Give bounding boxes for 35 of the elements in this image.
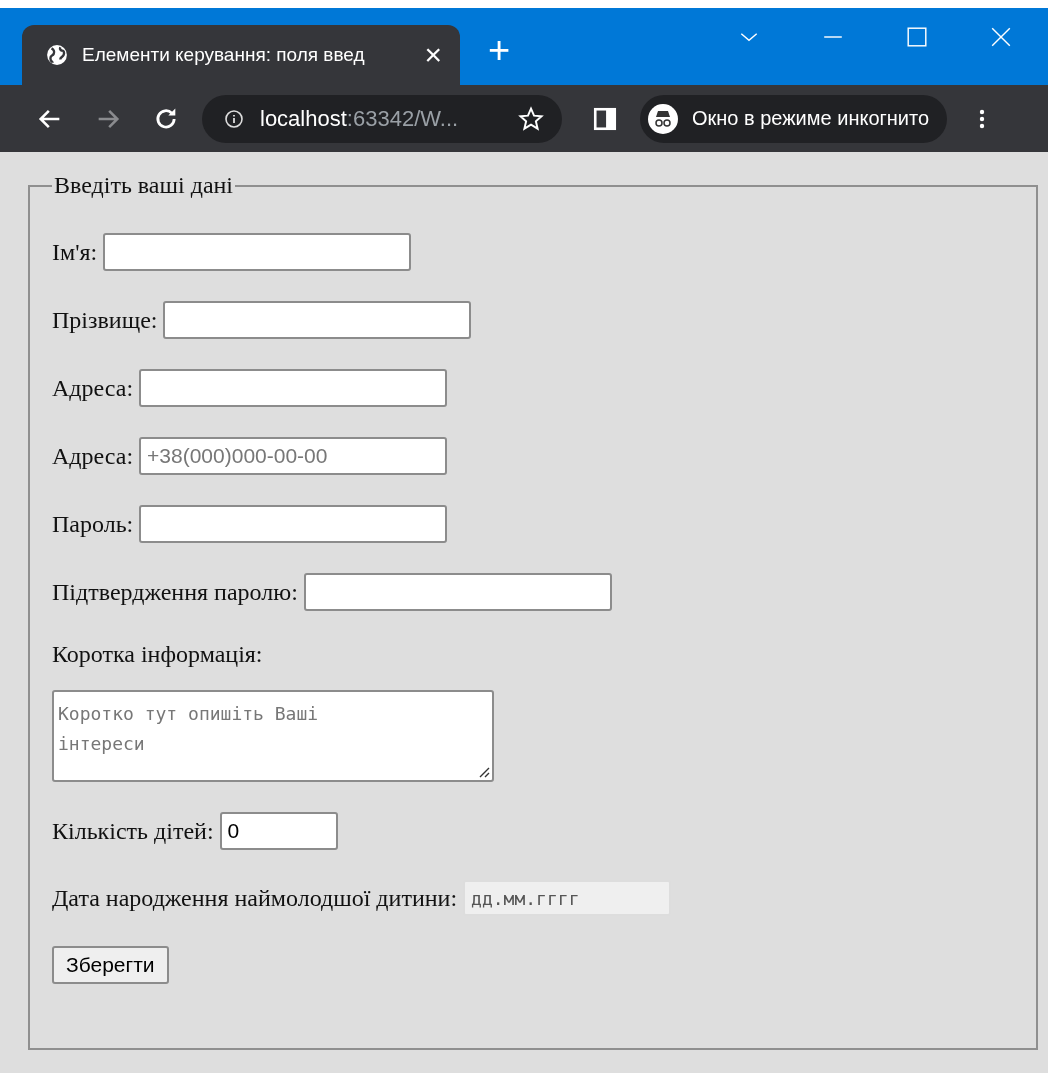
maximize-icon[interactable] xyxy=(906,26,928,48)
incognito-indicator[interactable]: Окно в режиме инкогнито xyxy=(640,94,948,143)
date-field[interactable]: дд.мм.гггг xyxy=(463,880,672,916)
star-icon[interactable] xyxy=(518,105,544,132)
url-text: localhost:63342/W... xyxy=(260,105,460,132)
close-tab-icon[interactable]: × xyxy=(424,40,442,70)
field-label: Коротка інформація: xyxy=(52,641,263,668)
resize-grip-icon[interactable] xyxy=(478,766,490,778)
new-tab-button[interactable]: + xyxy=(488,30,511,69)
globe-icon xyxy=(46,44,68,66)
number-field[interactable]: 0 xyxy=(219,812,338,850)
tab-title: Елементи керування: поля введ xyxy=(82,44,366,66)
text-area[interactable]: Коротко тут опишіть Ваші інтереси xyxy=(52,690,494,782)
input-field[interactable]: +38(000)000-00-00 xyxy=(139,437,448,475)
side-panel-icon[interactable] xyxy=(592,105,618,132)
form-legend: Введіть ваші дані xyxy=(52,172,236,199)
address-bar[interactable]: localhost:63342/W... xyxy=(202,94,562,143)
input-field[interactable] xyxy=(303,573,612,611)
input-field[interactable] xyxy=(103,233,412,271)
input-field[interactable] xyxy=(139,505,448,543)
field-label: Адреса: xyxy=(52,442,134,470)
field-label: Ім'я: xyxy=(52,238,98,266)
input-field[interactable] xyxy=(163,301,472,339)
browser-tab[interactable]: Елементи керування: поля введ × xyxy=(22,25,460,85)
input-field[interactable] xyxy=(139,369,448,407)
close-icon[interactable] xyxy=(990,26,1012,48)
save-button[interactable]: Зберегти xyxy=(52,946,169,984)
field-label: Пароль: xyxy=(52,510,134,538)
field-label: Кількість дітей: xyxy=(52,817,214,845)
field-label: Адреса: xyxy=(52,374,134,402)
field-label: Дата народження наймолодшої дитини: xyxy=(52,884,458,912)
info-icon xyxy=(224,108,244,129)
field-label: Підтвердження паролю: xyxy=(52,578,298,606)
incognito-icon xyxy=(648,103,678,134)
field-label: Прізвище: xyxy=(52,306,158,334)
